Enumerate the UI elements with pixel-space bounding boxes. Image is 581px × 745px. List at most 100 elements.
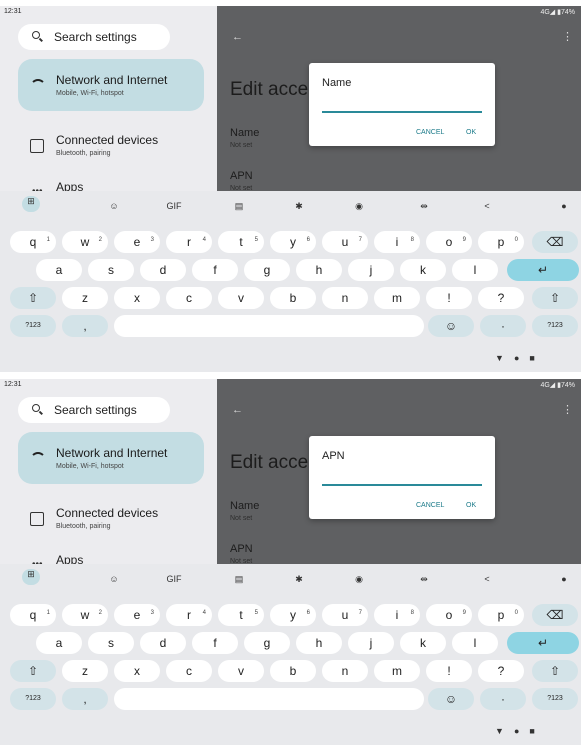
- key-![interactable]: !: [426, 287, 472, 309]
- period-key[interactable]: ·: [480, 315, 526, 337]
- settings-item-1[interactable]: Connected devices Bluetooth, pairing: [18, 119, 204, 171]
- more-icon[interactable]: ⋮: [562, 30, 573, 43]
- key-e[interactable]: e3: [114, 604, 160, 626]
- settings-icon[interactable]: ✱: [290, 574, 308, 585]
- gif-button[interactable]: GIF: [165, 574, 183, 584]
- key-?[interactable]: ?: [478, 287, 524, 309]
- key-a[interactable]: a: [36, 259, 82, 281]
- search-bar[interactable]: Search settings: [18, 397, 170, 423]
- key-n[interactable]: n: [322, 660, 368, 682]
- cursor-icon[interactable]: ⇹: [415, 201, 433, 212]
- cursor-icon[interactable]: ⇹: [415, 574, 433, 585]
- settings-icon[interactable]: ✱: [290, 201, 308, 212]
- key-t[interactable]: t5: [218, 604, 264, 626]
- key-s[interactable]: s: [88, 259, 134, 281]
- key-o[interactable]: o9: [426, 604, 472, 626]
- key-y[interactable]: y6: [270, 231, 316, 253]
- key-u[interactable]: u7: [322, 231, 368, 253]
- back-nav-icon[interactable]: ▼: [495, 726, 504, 736]
- key-b[interactable]: b: [270, 660, 316, 682]
- space-key[interactable]: [114, 688, 424, 710]
- key-m[interactable]: m: [374, 287, 420, 309]
- ok-button[interactable]: OK: [466, 502, 476, 509]
- key-s[interactable]: s: [88, 632, 134, 654]
- key-f[interactable]: f: [192, 259, 238, 281]
- text-input[interactable]: [322, 111, 482, 113]
- cancel-button[interactable]: CANCEL: [416, 502, 444, 509]
- key-![interactable]: !: [426, 660, 472, 682]
- key-w[interactable]: w2: [62, 231, 108, 253]
- back-arrow-icon[interactable]: ←: [232, 404, 243, 416]
- palette-icon[interactable]: ◉: [350, 574, 368, 585]
- key-f[interactable]: f: [192, 632, 238, 654]
- key-r[interactable]: r4: [166, 604, 212, 626]
- key-u[interactable]: u7: [322, 604, 368, 626]
- comma-key[interactable]: ,: [62, 688, 108, 710]
- clipboard-icon[interactable]: ▤: [230, 201, 248, 212]
- key-c[interactable]: c: [166, 660, 212, 682]
- emoji-key[interactable]: ☺: [428, 688, 474, 710]
- key-h[interactable]: h: [296, 632, 342, 654]
- key-z[interactable]: z: [62, 660, 108, 682]
- sticker-icon[interactable]: ☺: [105, 201, 123, 211]
- key-x[interactable]: x: [114, 287, 160, 309]
- key-e[interactable]: e3: [114, 231, 160, 253]
- key-l[interactable]: l: [452, 632, 498, 654]
- sticker-icon[interactable]: ☺: [105, 574, 123, 584]
- key-g[interactable]: g: [244, 259, 290, 281]
- mic-icon[interactable]: ●: [555, 574, 573, 584]
- key-q[interactable]: q1: [10, 231, 56, 253]
- emoji-key[interactable]: ☺: [428, 315, 474, 337]
- text-input[interactable]: [322, 484, 482, 486]
- recents-nav-icon[interactable]: ■: [529, 353, 534, 363]
- key-a[interactable]: a: [36, 632, 82, 654]
- key-y[interactable]: y6: [270, 604, 316, 626]
- field-name[interactable]: Name: [230, 127, 259, 139]
- apps-grid-icon[interactable]: ⊞: [22, 196, 40, 212]
- symbols-key-right[interactable]: ?123: [532, 688, 578, 710]
- apps-grid-icon[interactable]: ⊞: [22, 569, 40, 585]
- key-t[interactable]: t5: [218, 231, 264, 253]
- key-c[interactable]: c: [166, 287, 212, 309]
- recents-nav-icon[interactable]: ■: [529, 726, 534, 736]
- field-name[interactable]: Name: [230, 500, 259, 512]
- settings-item-1[interactable]: Connected devices Bluetooth, pairing: [18, 492, 204, 544]
- key-v[interactable]: v: [218, 287, 264, 309]
- ok-button[interactable]: OK: [466, 129, 476, 136]
- key-i[interactable]: i8: [374, 231, 420, 253]
- enter-key[interactable]: ↵: [507, 632, 579, 654]
- share-icon[interactable]: <: [478, 201, 496, 211]
- key-q[interactable]: q1: [10, 604, 56, 626]
- shift-key-right[interactable]: ⇧: [532, 660, 578, 682]
- cancel-button[interactable]: CANCEL: [416, 129, 444, 136]
- search-bar[interactable]: Search settings: [18, 24, 170, 50]
- home-nav-icon[interactable]: ●: [514, 353, 519, 363]
- key-d[interactable]: d: [140, 259, 186, 281]
- key-k[interactable]: k: [400, 259, 446, 281]
- settings-item-0[interactable]: Network and Internet Mobile, Wi-Fi, hotsp…: [18, 59, 204, 111]
- key-n[interactable]: n: [322, 287, 368, 309]
- settings-item-0[interactable]: Network and Internet Mobile, Wi-Fi, hotsp…: [18, 432, 204, 484]
- symbols-key[interactable]: ?123: [10, 315, 56, 337]
- home-nav-icon[interactable]: ●: [514, 726, 519, 736]
- shift-key[interactable]: ⇧: [10, 660, 56, 682]
- symbols-key-right[interactable]: ?123: [532, 315, 578, 337]
- back-arrow-icon[interactable]: ←: [232, 31, 243, 43]
- key-x[interactable]: x: [114, 660, 160, 682]
- key-j[interactable]: j: [348, 632, 394, 654]
- shift-key-right[interactable]: ⇧: [532, 287, 578, 309]
- period-key[interactable]: ·: [480, 688, 526, 710]
- more-icon[interactable]: ⋮: [562, 403, 573, 416]
- key-j[interactable]: j: [348, 259, 394, 281]
- key-z[interactable]: z: [62, 287, 108, 309]
- field-apn[interactable]: APN: [230, 543, 253, 555]
- key-h[interactable]: h: [296, 259, 342, 281]
- key-g[interactable]: g: [244, 632, 290, 654]
- key-b[interactable]: b: [270, 287, 316, 309]
- comma-key[interactable]: ,: [62, 315, 108, 337]
- enter-key[interactable]: ↵: [507, 259, 579, 281]
- key-m[interactable]: m: [374, 660, 420, 682]
- space-key[interactable]: [114, 315, 424, 337]
- key-d[interactable]: d: [140, 632, 186, 654]
- shift-key[interactable]: ⇧: [10, 287, 56, 309]
